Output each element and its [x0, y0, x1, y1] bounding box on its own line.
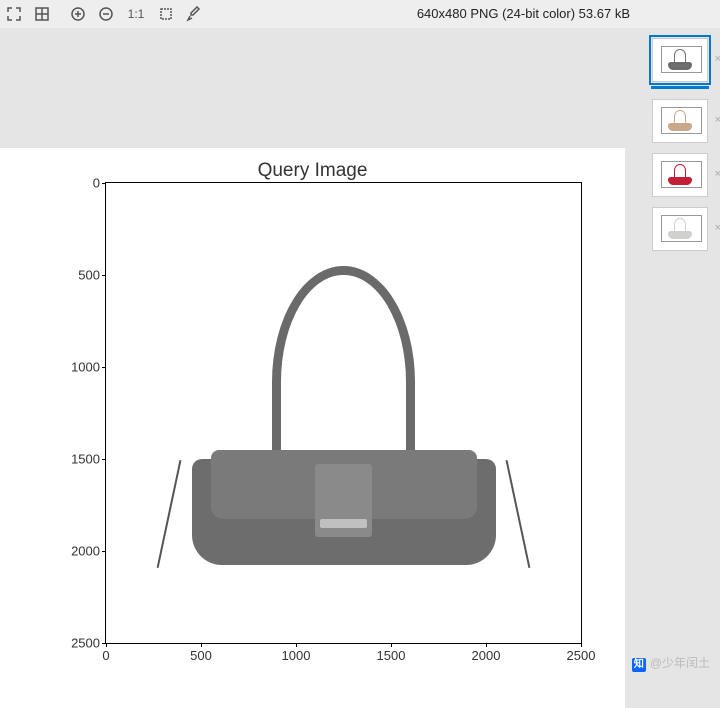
image-info-label: 640x480 PNG (24-bit color) 53.67 kB — [417, 6, 630, 21]
xtick: 0 — [102, 648, 109, 663]
close-icon[interactable]: × — [715, 168, 720, 180]
ytick: 1000 — [66, 360, 100, 375]
close-icon[interactable]: × — [715, 53, 720, 65]
plot-axes: 0 500 1000 1500 2000 2500 0 500 1000 150… — [105, 182, 582, 644]
xtick: 500 — [190, 648, 212, 663]
watermark-text: @少年闰土 — [650, 656, 710, 670]
fullscreen-icon[interactable] — [2, 2, 26, 26]
zhihu-icon: 知 — [632, 658, 646, 672]
close-icon[interactable]: × — [715, 114, 720, 126]
grid-icon[interactable] — [30, 2, 54, 26]
one-to-one-button[interactable]: 1:1 — [122, 2, 150, 26]
xtick: 1000 — [282, 648, 311, 663]
zoom-in-icon[interactable] — [66, 2, 90, 26]
image-viewer: Query Image 0 500 1000 1500 2000 2500 0 … — [0, 28, 640, 676]
xtick: 1500 — [377, 648, 406, 663]
watermark: 知 @少年闰土 — [632, 654, 710, 672]
thumbnail-item[interactable]: × — [652, 153, 708, 197]
close-icon[interactable]: × — [715, 222, 720, 234]
crop-icon[interactable] — [154, 2, 178, 26]
xtick: 2000 — [472, 648, 501, 663]
plot-canvas: Query Image 0 500 1000 1500 2000 2500 0 … — [0, 148, 625, 708]
thumbnail-item[interactable]: × — [652, 99, 708, 143]
xtick: 2500 — [567, 648, 596, 663]
ytick: 2000 — [66, 544, 100, 559]
ytick: 2500 — [66, 636, 100, 651]
ytick: 500 — [66, 268, 100, 283]
eyedropper-icon[interactable] — [182, 2, 206, 26]
ytick: 0 — [66, 176, 100, 191]
thumbnail-item[interactable]: × — [652, 207, 708, 251]
zoom-out-icon[interactable] — [94, 2, 118, 26]
thumbnail-panel: × × × × — [640, 28, 720, 676]
thumbnail-item[interactable]: × — [652, 38, 708, 82]
ytick: 1500 — [66, 452, 100, 467]
